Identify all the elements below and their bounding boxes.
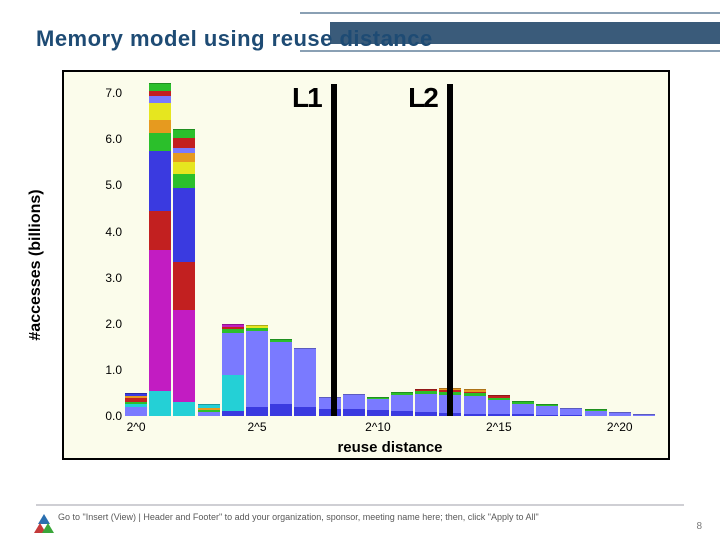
histogram-bar bbox=[173, 130, 195, 416]
footer-hint: Go to "Insert (View) | Header and Footer… bbox=[58, 512, 539, 522]
plot-area: L1 L2 bbox=[124, 84, 656, 416]
bar-segment bbox=[270, 339, 292, 342]
footer-rule bbox=[36, 504, 684, 506]
bar-segment bbox=[343, 394, 365, 409]
bar-segment bbox=[222, 374, 244, 412]
page-number: 8 bbox=[696, 521, 702, 532]
x-axis: reuse distance 2^0 2^5 2^10 2^15 2^20 bbox=[124, 416, 656, 458]
slide-title: Memory model using reuse distance bbox=[36, 26, 433, 52]
bar-segment bbox=[173, 187, 195, 262]
x-tick: 2^5 bbox=[248, 420, 267, 434]
histogram-bar bbox=[246, 326, 268, 416]
bar-segment bbox=[149, 95, 171, 103]
bar-segment bbox=[125, 393, 147, 395]
histogram-bar bbox=[198, 405, 220, 416]
y-axis: 0.01.02.03.04.05.06.07.0 bbox=[64, 84, 124, 416]
histogram-bar bbox=[294, 349, 316, 416]
histogram-bar bbox=[391, 393, 413, 416]
bar-segment bbox=[391, 394, 413, 411]
bar-segment bbox=[173, 129, 195, 138]
y-tick: 6.0 bbox=[105, 132, 122, 146]
bar-segment bbox=[464, 395, 486, 414]
histogram-bar bbox=[415, 390, 437, 416]
bar-segment bbox=[367, 397, 389, 399]
bar-segment bbox=[149, 83, 171, 91]
bar-segment bbox=[198, 404, 220, 407]
cache-marker-line bbox=[447, 84, 453, 416]
bar-segment bbox=[488, 399, 510, 414]
bar-segment bbox=[173, 152, 195, 162]
bar-segment bbox=[173, 137, 195, 147]
x-tick: 2^15 bbox=[486, 420, 512, 434]
bar-segment bbox=[222, 324, 244, 327]
bar-segment bbox=[464, 389, 486, 391]
histogram-bar bbox=[343, 395, 365, 416]
header-rule-top bbox=[300, 12, 720, 14]
y-tick: 7.0 bbox=[105, 86, 122, 100]
bar-segment bbox=[246, 325, 268, 328]
bar-segment bbox=[294, 348, 316, 407]
histogram-bar bbox=[125, 394, 147, 416]
x-tick: 2^0 bbox=[127, 420, 146, 434]
histogram-bar bbox=[367, 398, 389, 416]
cache-marker-label: L2 bbox=[408, 82, 437, 114]
y-tick: 0.0 bbox=[105, 409, 122, 423]
bar-segment bbox=[149, 102, 171, 119]
bar-segment bbox=[367, 398, 389, 411]
y-tick: 1.0 bbox=[105, 363, 122, 377]
bar-segment bbox=[585, 409, 607, 411]
bar-segment bbox=[270, 341, 292, 404]
bar-segment bbox=[173, 401, 195, 416]
bar-segment bbox=[246, 406, 268, 416]
bar-segment bbox=[294, 406, 316, 416]
bar-segment bbox=[246, 330, 268, 407]
bar-segment bbox=[125, 406, 147, 416]
y-tick: 5.0 bbox=[105, 178, 122, 192]
y-tick: 3.0 bbox=[105, 271, 122, 285]
bar-segment bbox=[415, 389, 437, 391]
bar-segment bbox=[222, 332, 244, 375]
x-tick: 2^20 bbox=[607, 420, 633, 434]
bar-segment bbox=[149, 132, 171, 151]
bar-segment bbox=[343, 408, 365, 416]
y-tick: 4.0 bbox=[105, 225, 122, 239]
cache-marker-line bbox=[331, 84, 337, 416]
y-axis-label: #accesses (billions) bbox=[27, 189, 45, 340]
cache-marker-label: L1 bbox=[292, 82, 321, 114]
bar-segment bbox=[149, 119, 171, 134]
bar-segment bbox=[173, 261, 195, 310]
histogram-bar bbox=[536, 405, 558, 416]
y-tick: 2.0 bbox=[105, 317, 122, 331]
chart-container: #accesses (billions) 0.01.02.03.04.05.06… bbox=[62, 70, 670, 460]
bar-segment bbox=[149, 390, 171, 416]
histogram-bar bbox=[222, 325, 244, 416]
bar-segment bbox=[173, 173, 195, 188]
histogram-bar bbox=[488, 396, 510, 416]
histogram-bar bbox=[270, 340, 292, 416]
bar-segment bbox=[536, 405, 558, 414]
bar-segment bbox=[536, 404, 558, 406]
bar-segment bbox=[512, 401, 534, 404]
bar-segment bbox=[488, 395, 510, 397]
bar-segment bbox=[173, 161, 195, 174]
bar-segment bbox=[391, 392, 413, 395]
bar-segment bbox=[149, 210, 171, 250]
bar-segment bbox=[560, 408, 582, 415]
bar-segment bbox=[415, 393, 437, 412]
histogram-bar bbox=[560, 409, 582, 416]
bar-segment bbox=[149, 150, 171, 211]
bar-group bbox=[124, 84, 656, 416]
x-axis-label: reuse distance bbox=[124, 439, 656, 456]
histogram-bar bbox=[149, 84, 171, 416]
x-tick: 2^10 bbox=[365, 420, 391, 434]
bar-segment bbox=[173, 309, 195, 402]
histogram-bar bbox=[464, 390, 486, 416]
logo-icon bbox=[34, 514, 54, 534]
bar-segment bbox=[149, 249, 171, 391]
histogram-bar bbox=[512, 402, 534, 416]
bar-segment bbox=[270, 403, 292, 416]
bar-segment bbox=[512, 403, 534, 414]
